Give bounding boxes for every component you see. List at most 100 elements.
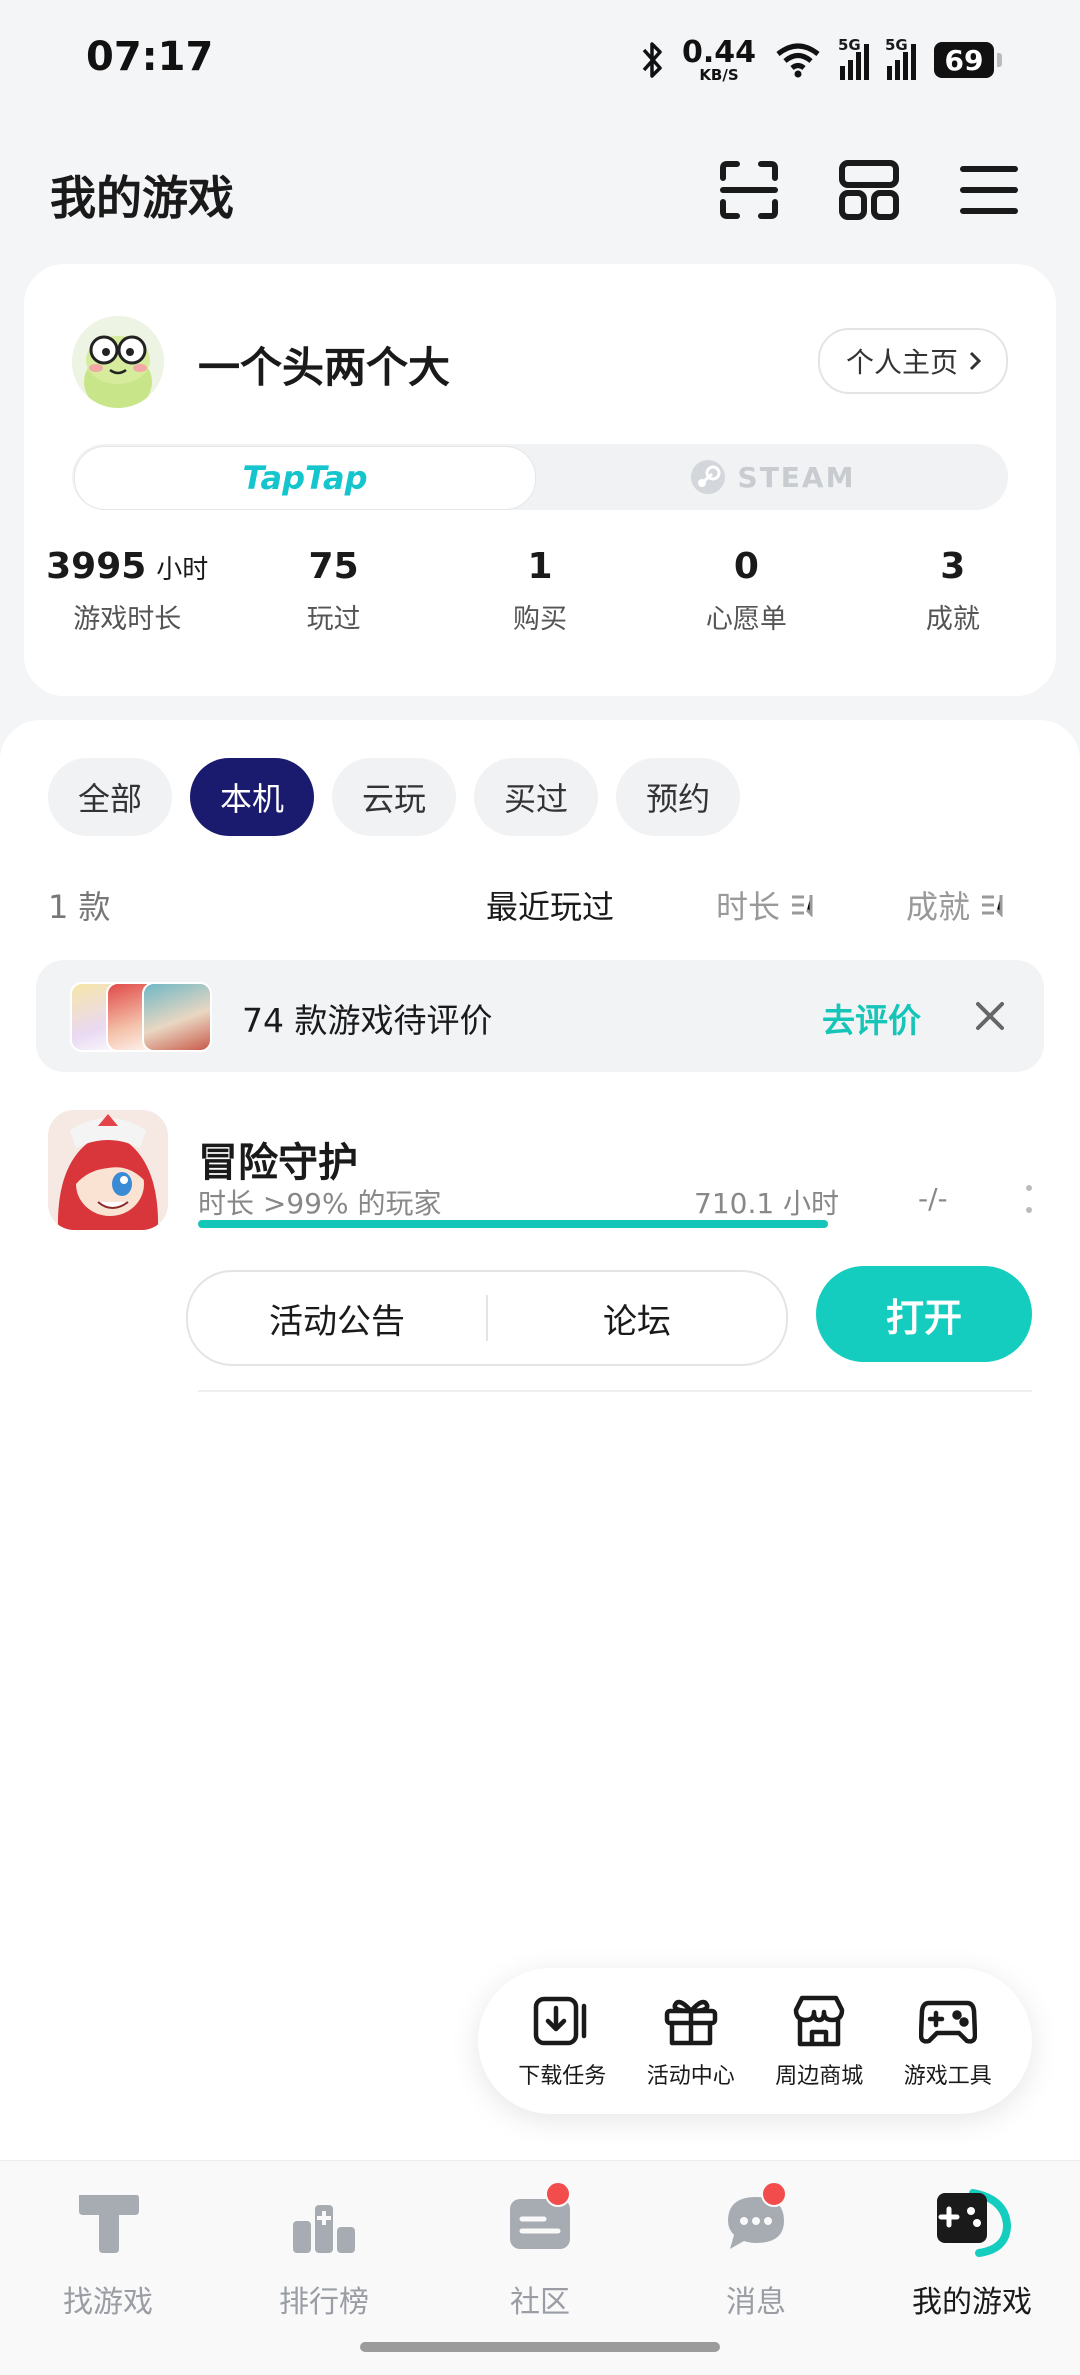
net-speed: 0.44 KB/S [681,34,756,84]
platform-steam-tab[interactable]: STEAM [537,446,1008,508]
message-icon [711,2181,801,2263]
profile-link-label: 个人主页 [845,346,958,379]
stat-value: 3995 [46,546,147,587]
stat-value: 1 [527,546,553,587]
review-banner[interactable]: 74 款游戏待评价 去评价 [36,960,1044,1072]
download-icon [532,1992,592,2050]
steam-icon [690,460,725,494]
announcements-button[interactable]: 活动公告 [188,1294,486,1343]
stat-unit: 小时 [156,555,209,585]
sort-duration-label: 时长 [716,888,781,926]
stat-label: 成就 [925,604,980,635]
chip-cloud[interactable]: 云玩 [332,758,457,836]
game-actions: 活动公告 论坛 [186,1270,788,1366]
tool-events[interactable]: 活动中心 [632,1992,750,2090]
games-sheet: 全部 本机 云玩 买过 预约 1 款 最近玩过 时长 成就 74 款游戏待评价 … [0,720,1080,2160]
page-title: 我的游戏 [50,171,234,225]
menu-icon[interactable] [954,155,1024,225]
chip-local[interactable]: 本机 [190,758,315,836]
nav-find-games-label: 找游戏 [63,2285,153,2320]
game-item[interactable]: 冒险守护 时长 >99% 的玩家 710.1 小时 -/- 活动公告 论坛 打开 [0,1100,1080,1420]
divider [198,1390,1032,1392]
game-achievements: -/- [918,1182,948,1215]
notification-badge [545,2181,571,2207]
sort-icon [982,895,1003,917]
avatar[interactable] [72,316,164,408]
forum-button[interactable]: 论坛 [488,1294,786,1343]
tool-game-tools-label: 游戏工具 [903,2064,992,2089]
game-playtime-rank: 时长 >99% 的玩家 [198,1187,442,1220]
close-icon[interactable] [966,992,1014,1040]
stat-wishlist[interactable]: 0 心愿单 [643,546,849,636]
nav-my-games[interactable]: 我的游戏 [864,2161,1080,2375]
sort-row: 1 款 最近玩过 时长 成就 [48,870,1032,940]
platform-steam-label: STEAM [737,460,856,494]
tool-shop-label: 周边商城 [775,2064,864,2089]
game-thumbnail [142,982,212,1052]
stat-achievements[interactable]: 3 成就 [850,546,1056,636]
nav-my-games-label: 我的游戏 [912,2285,1032,2320]
stat-playtime[interactable]: 3995 小时 游戏时长 [24,546,230,636]
find-games-icon [63,2183,153,2263]
stat-label: 玩过 [306,604,361,635]
stat-value: 3 [940,546,966,587]
tool-shop[interactable]: 周边商城 [760,1992,878,2090]
stats-row: 3995 小时 游戏时长 75 玩过 1 购买 0 心愿单 3 成就 [24,546,1056,636]
go-review-button[interactable]: 去评价 [822,994,921,1042]
tool-events-label: 活动中心 [646,2064,735,2089]
bluetooth-icon [642,42,662,78]
nav-rankings-label: 排行榜 [279,2285,369,2320]
shop-icon [789,1992,849,2050]
sort-achievements[interactable]: 成就 [906,882,1006,928]
stat-purchased[interactable]: 1 购买 [437,546,643,636]
platform-taptap-tab[interactable]: TapTap [74,446,536,510]
platform-toggle: TapTap STEAM [72,444,1008,510]
chip-reserved[interactable]: 预约 [616,758,741,836]
game-icon[interactable] [48,1110,168,1230]
profile-link-button[interactable]: 个人主页 [817,328,1008,394]
nav-community-label: 社区 [510,2285,570,2320]
game-name: 冒险守护 [198,1140,358,1186]
open-game-button[interactable]: 打开 [816,1266,1032,1362]
stat-played[interactable]: 75 玩过 [230,546,436,636]
chip-all[interactable]: 全部 [48,758,173,836]
sort-recent[interactable]: 最近玩过 [486,882,614,928]
playtime-progress-bar [198,1220,828,1228]
floating-toolbar: 下载任务 活动中心 周边商城 游戏工具 [478,1968,1032,2114]
gamepad-icon [918,1992,978,2050]
wifi-icon [776,43,820,78]
tool-game-tools[interactable]: 游戏工具 [889,1992,1007,2090]
grid-layout-icon[interactable] [834,155,904,225]
notification-badge [761,2181,787,2207]
sort-recent-label: 最近玩过 [486,888,615,926]
sort-duration[interactable]: 时长 [716,882,816,928]
profile-card: 一个头两个大 个人主页 TapTap STEAM 3995 小时 游戏时长 75 … [24,264,1056,696]
chip-purchased[interactable]: 买过 [474,758,599,836]
stat-label: 游戏时长 [73,604,182,635]
playtime-progress-fill [198,1220,828,1228]
stat-label: 购买 [513,604,568,635]
review-text: 74 款游戏待评价 [242,1001,493,1040]
game-count: 1 款 [48,888,111,926]
sort-icon [792,895,813,917]
tool-downloads[interactable]: 下载任务 [503,1992,621,2090]
stat-value: 75 [308,546,359,587]
home-indicator[interactable] [360,2342,720,2352]
status-bar: 07:17 0.44 KB/S 5G 5G 69 [0,0,1080,120]
status-time: 07:17 [86,34,214,80]
nav-find-games[interactable]: 找游戏 [0,2161,216,2375]
cell-signal-1: 5G [838,36,869,80]
sort-achievements-label: 成就 [906,888,971,926]
filter-chips: 全部 本机 云玩 买过 预约 [48,758,741,836]
community-icon [495,2181,585,2263]
battery-icon: 69 [934,42,1002,78]
ranking-icon [279,2183,369,2263]
nav-messages-label: 消息 [726,2285,786,2320]
more-options-icon[interactable] [1014,1180,1044,1220]
scan-icon[interactable] [714,155,784,225]
my-games-icon [927,2183,1017,2263]
stat-value: 0 [733,546,759,587]
cell-signal-2: 5G [885,36,916,80]
review-thumbnails [70,982,212,1052]
gift-icon [661,1992,721,2050]
